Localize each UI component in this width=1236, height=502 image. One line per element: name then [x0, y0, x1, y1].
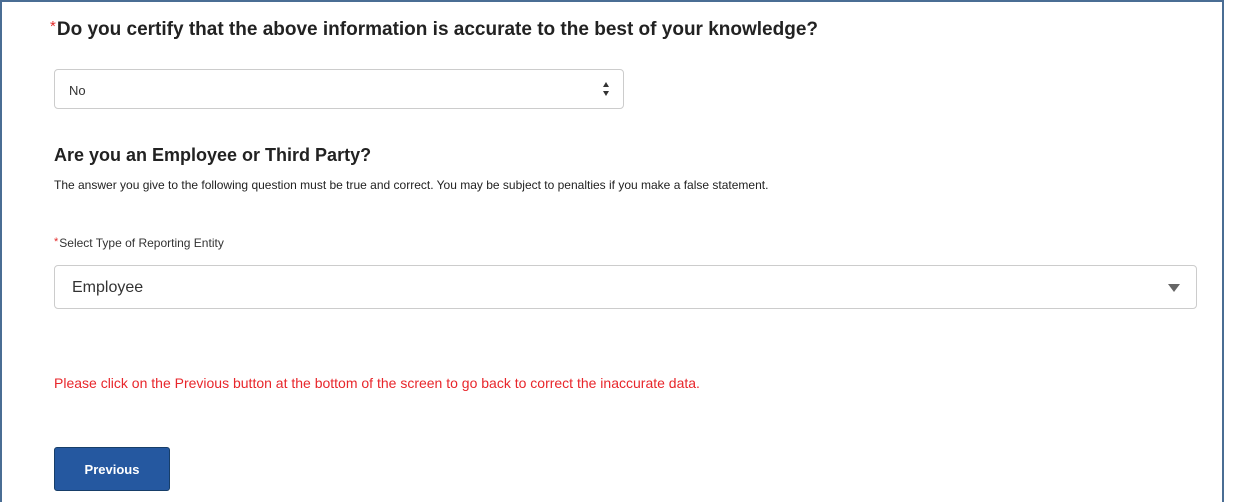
reporting-entity-select[interactable]: Employee — [54, 265, 1197, 309]
required-marker: * — [54, 236, 59, 248]
form-panel: *Do you certify that the above informati… — [0, 0, 1224, 502]
required-marker: * — [50, 18, 56, 35]
reporting-entity-select-value: Employee — [72, 279, 144, 296]
certify-select[interactable]: No — [54, 69, 624, 109]
error-message: Please click on the Previous button at t… — [54, 375, 700, 391]
certify-question-text: Do you certify that the above informatio… — [56, 19, 819, 40]
chevron-down-icon — [1168, 284, 1180, 292]
entity-select-label: *Select Type of Reporting Entity — [54, 236, 224, 250]
certify-question: *Do you certify that the above informati… — [50, 18, 818, 41]
entity-heading: Are you an Employee or Third Party? — [54, 145, 372, 165]
entity-select-label-text: Select Type of Reporting Entity — [59, 236, 224, 250]
select-arrows-icon — [603, 80, 611, 98]
previous-button[interactable]: Previous — [54, 447, 170, 491]
entity-disclaimer: The answer you give to the following que… — [54, 178, 769, 192]
certify-select-value: No — [69, 83, 86, 98]
